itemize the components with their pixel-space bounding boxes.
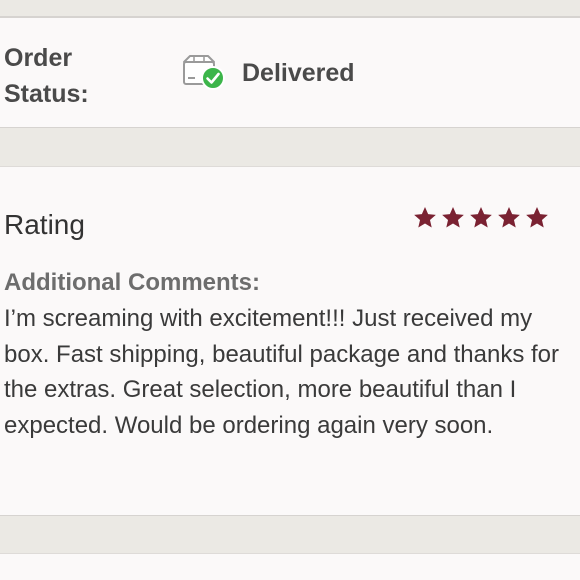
order-status-value: Delivered [242, 59, 355, 87]
package-delivered-icon [180, 52, 226, 92]
order-status-label: Order Status: [4, 44, 89, 108]
additional-comments-label: Additional Comments: [4, 269, 260, 296]
order-status-card: Order Status: Delivered [0, 16, 580, 128]
additional-comments-text: I’m screaming with excitement!!! Just re… [4, 305, 560, 439]
order-review-page: Order Status: Delivered Rating Additiona… [0, 0, 580, 580]
star-rating [412, 205, 552, 233]
rating-title: Rating [4, 209, 85, 240]
star-icon [414, 206, 436, 228]
star-icon [498, 206, 520, 228]
review-card: Rating Additional Comments: I’m screamin… [0, 166, 580, 516]
star-icon [526, 206, 548, 228]
star-icon [470, 206, 492, 228]
next-card [0, 553, 580, 580]
star-icon [442, 206, 464, 228]
